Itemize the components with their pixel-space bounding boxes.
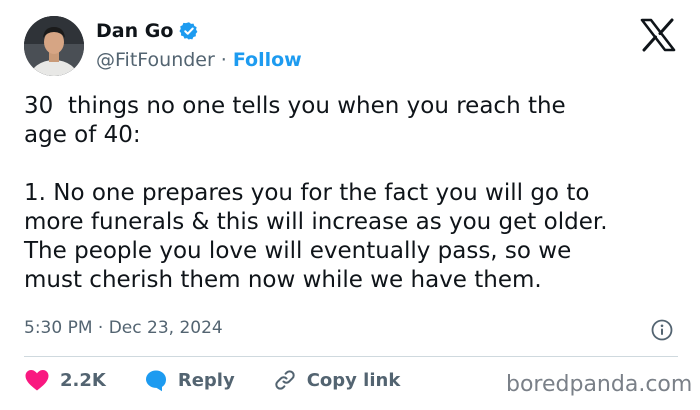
copy-link-label: Copy link [306,369,401,391]
author-handle[interactable]: @FitFounder [96,49,215,71]
tweet-card: Dan Go @FitFounder · Follow 30 things no… [0,0,700,410]
divider [24,356,678,357]
watermark: boredpanda.com [506,372,693,397]
avatar[interactable] [24,16,84,76]
x-logo-icon[interactable] [640,18,676,52]
verified-badge-icon [179,22,198,40]
copy-link-button[interactable]: Copy link [273,368,401,392]
avatar-photo [24,16,84,76]
like-button[interactable]: 2.2K [24,368,106,392]
heart-icon [25,370,49,391]
info-icon[interactable] [651,319,673,341]
like-count: 2.2K [60,369,106,391]
follow-button[interactable]: Follow [233,49,302,71]
post-timestamp[interactable]: 5:30 PM · Dec 23, 2024 [24,318,223,338]
reply-label: Reply [177,369,235,391]
reply-bubble-icon [145,370,166,392]
reply-button[interactable]: Reply [144,368,235,392]
action-bar: 2.2K Reply Copy link [24,368,400,392]
handle-separator: · [220,49,227,71]
link-icon [275,370,295,390]
author-name-row: Dan Go [96,20,199,42]
post-text: 30 things no one tells you when you reac… [24,93,608,293]
author-handle-row: @FitFounder · Follow [96,49,302,71]
author-name[interactable]: Dan Go [96,20,173,42]
